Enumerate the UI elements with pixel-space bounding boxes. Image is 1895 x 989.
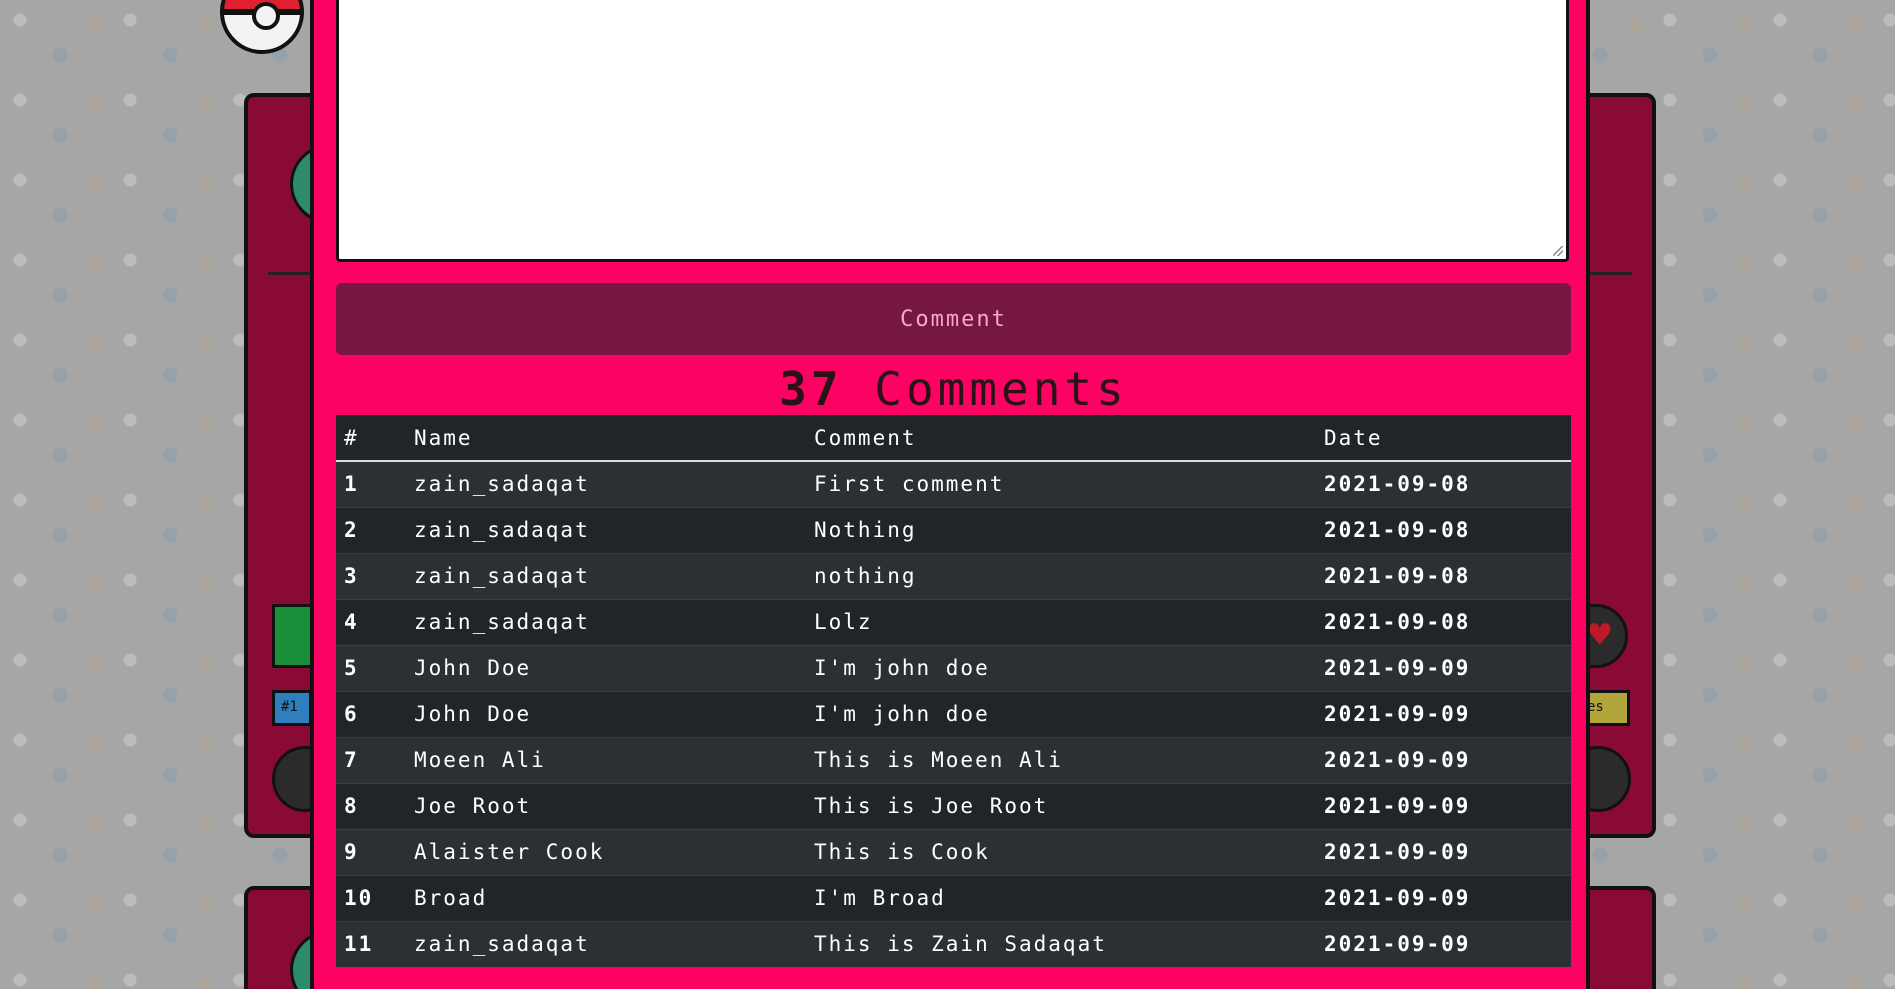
table-row: 4 zain_sadaqat Lolz 2021-09-08 [336,598,1571,645]
row-name: zain_sadaqat [406,920,806,967]
resize-grip-icon[interactable] [1553,246,1563,256]
id-badge-text: #1 [281,699,298,715]
row-date: 2021-09-09 [1316,874,1571,921]
row-date: 2021-09-08 [1316,506,1571,553]
row-index: 6 [336,690,406,737]
row-date: 2021-09-09 [1316,782,1571,829]
table-row: 2 zain_sadaqat Nothing 2021-09-08 [336,506,1571,553]
row-comment: First comment [806,460,1316,507]
row-index: 10 [336,874,406,921]
row-name: zain_sadaqat [406,598,806,645]
row-index: 4 [336,598,406,645]
row-comment: This is Cook [806,828,1316,875]
row-name: Alaister Cook [406,828,806,875]
row-index: 9 [336,828,406,875]
row-comment: Nothing [806,506,1316,553]
header-index: # [336,415,406,462]
table-row: 9 Alaister Cook This is Cook 2021-09-09 [336,828,1571,875]
table-row: 7 Moeen Ali This is Moeen Ali 2021-09-09 [336,736,1571,783]
row-comment: This is Moeen Ali [806,736,1316,783]
header-comment: Comment [806,415,1316,462]
row-date: 2021-09-09 [1316,690,1571,737]
row-date: 2021-09-08 [1316,598,1571,645]
row-comment: I'm john doe [806,644,1316,691]
comment-count-number: 37 [779,362,843,416]
row-name: Broad [406,874,806,921]
row-name: Moeen Ali [406,736,806,783]
row-comment: I'm Broad [806,874,1316,921]
comments-modal: Comment 37 Comments # Name Comment Date … [310,0,1590,989]
id-badge-peek: #1 [272,690,312,726]
row-comment: Lolz [806,598,1316,645]
header-name: Name [406,415,806,462]
comment-count-title: 37 Comments [336,362,1571,416]
table-row: 6 John Doe I'm john doe 2021-09-09 [336,690,1571,737]
row-comment: This is Zain Sadaqat [806,920,1316,967]
row-comment: nothing [806,552,1316,599]
row-date: 2021-09-09 [1316,736,1571,783]
comment-textarea[interactable] [336,0,1569,262]
row-index: 3 [336,552,406,599]
row-date: 2021-09-09 [1316,920,1571,967]
row-index: 11 [336,920,406,967]
row-name: Joe Root [406,782,806,829]
row-index: 7 [336,736,406,783]
header-date: Date [1316,415,1571,462]
row-name: zain_sadaqat [406,460,806,507]
row-index: 5 [336,644,406,691]
row-name: zain_sadaqat [406,506,806,553]
table-row: 5 John Doe I'm john doe 2021-09-09 [336,644,1571,691]
row-name: John Doe [406,690,806,737]
table-row: 8 Joe Root This is Joe Root 2021-09-09 [336,782,1571,829]
row-date: 2021-09-08 [1316,552,1571,599]
table-row: 3 zain_sadaqat nothing 2021-09-08 [336,552,1571,599]
table-row: 1 zain_sadaqat First comment 2021-09-08 [336,460,1571,507]
comments-table: # Name Comment Date 1 zain_sadaqat First c… [336,415,1571,967]
row-date: 2021-09-09 [1316,644,1571,691]
row-name: zain_sadaqat [406,552,806,599]
row-comment: I'm john doe [806,690,1316,737]
row-date: 2021-09-09 [1316,828,1571,875]
row-index: 8 [336,782,406,829]
table-row: 11 zain_sadaqat This is Zain Sadaqat 2021-0… [336,920,1571,967]
row-date: 2021-09-08 [1316,460,1571,507]
table-header-row: # Name Comment Date [336,415,1571,462]
row-index: 2 [336,506,406,553]
comment-submit-button[interactable]: Comment [336,283,1571,355]
table-row: 10 Broad I'm Broad 2021-09-09 [336,874,1571,921]
row-index: 1 [336,460,406,507]
row-name: John Doe [406,644,806,691]
comment-count-label: Comments [874,362,1128,416]
row-comment: This is Joe Root [806,782,1316,829]
